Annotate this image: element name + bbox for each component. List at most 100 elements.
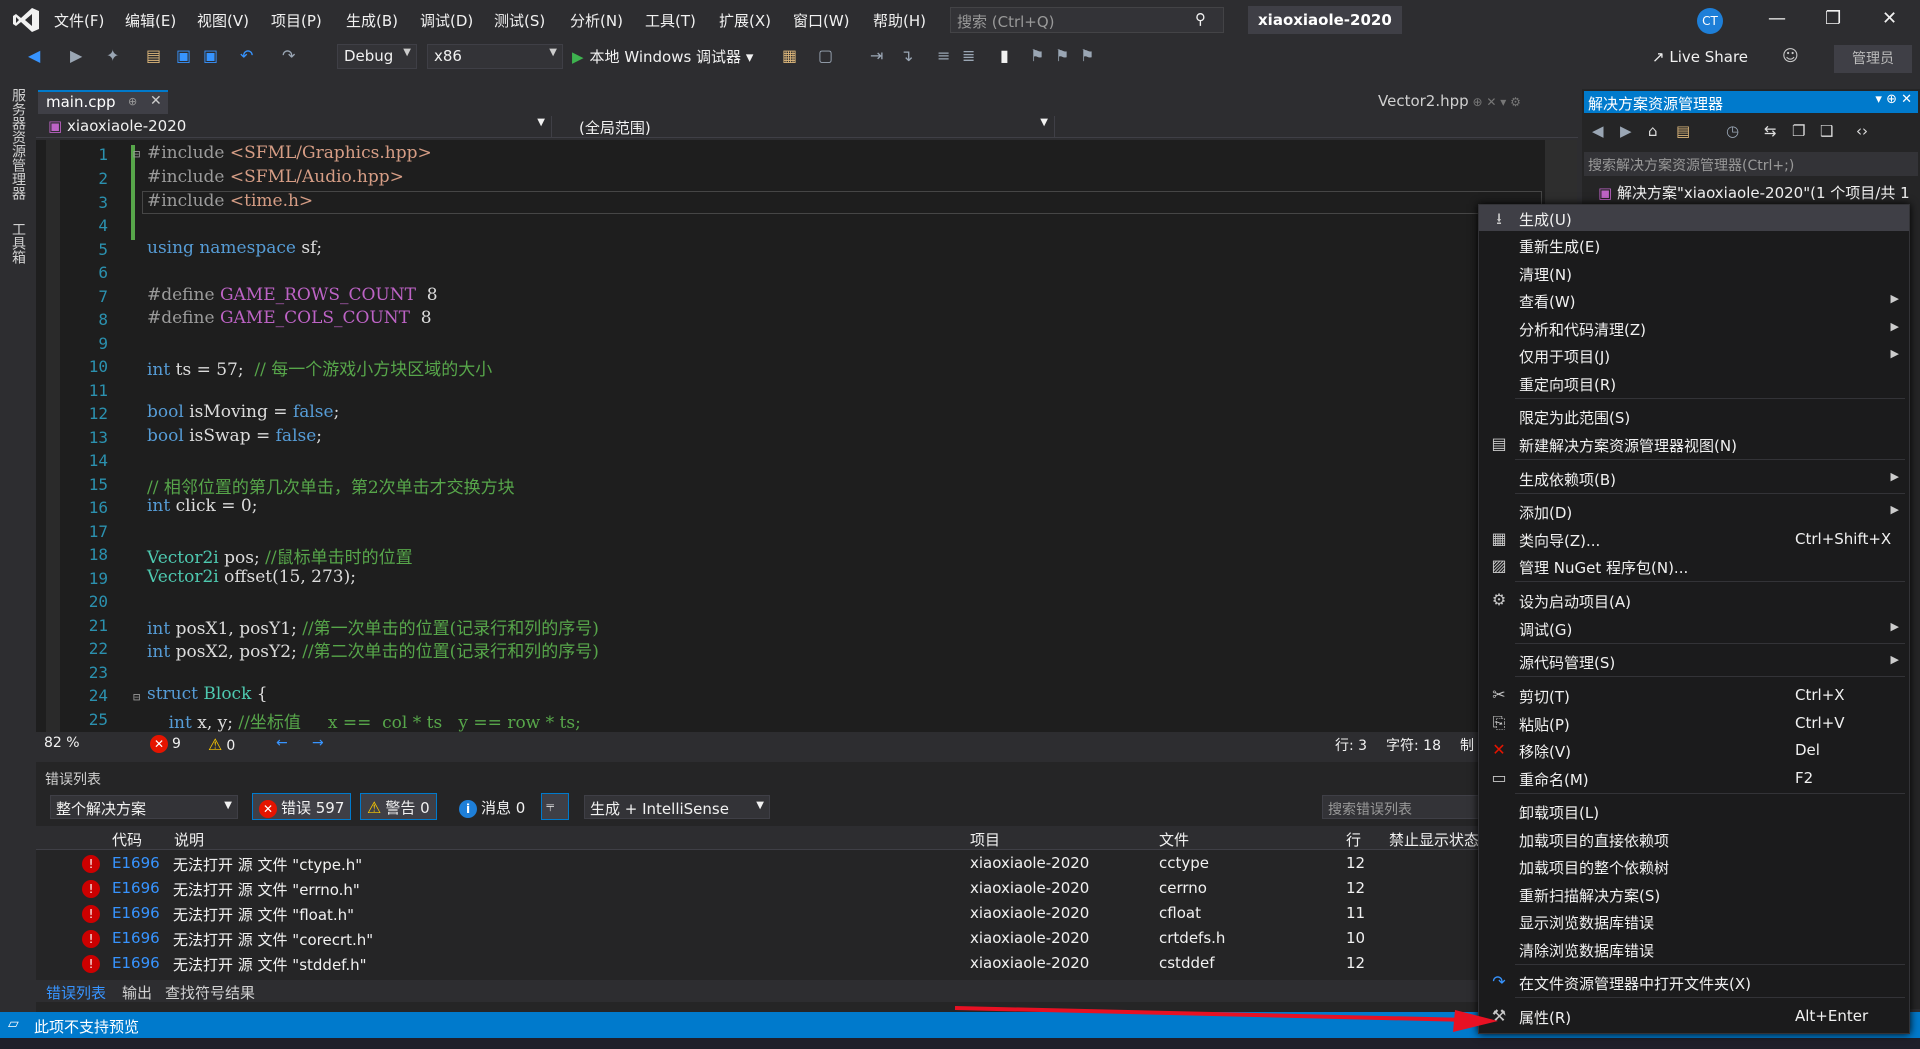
menu-item-rebuild[interactable]: 重新生成(E) xyxy=(1479,232,1909,258)
menu-item-add[interactable]: 添加(D) ▶ xyxy=(1479,498,1909,524)
menu-item-manage-nuget[interactable]: ▨ 管理 NuGet 程序包(N)... xyxy=(1479,553,1909,579)
platform-select[interactable]: x86 ▼ xyxy=(427,44,563,69)
menu-item-class-wizard[interactable]: ▦ 类向导(Z)... Ctrl+Shift+X xyxy=(1479,526,1909,552)
error-code-link[interactable]: E1696 xyxy=(112,954,160,972)
solution-node[interactable]: ▣ 解决方案"xiaoxiaole-2020"(1 个项目/共 1 xyxy=(1598,182,1918,203)
messages-filter-button[interactable]: i 消息 0 xyxy=(452,793,532,820)
tab-main-cpp[interactable]: main.cpp ⊕ ✕ xyxy=(38,90,168,114)
config-select[interactable]: Debug ▼ xyxy=(337,44,417,69)
search-icon[interactable]: ⚲ xyxy=(1195,10,1206,28)
back-icon[interactable]: ◀ xyxy=(28,46,40,65)
avatar[interactable]: CT xyxy=(1697,8,1723,34)
tab-output[interactable]: 输出 xyxy=(122,982,152,1003)
close-icon[interactable]: ✕ xyxy=(150,93,162,109)
quick-search-input[interactable]: 搜索 (Ctrl+Q) xyxy=(950,7,1224,33)
menu-item-new-view[interactable]: ▤ 新建解决方案资源管理器视图(N) xyxy=(1479,431,1909,457)
menu-item-view[interactable]: 查看(W) ▶ xyxy=(1479,287,1909,313)
collapse-all-icon[interactable]: ❐ xyxy=(1792,122,1805,140)
home-icon[interactable]: ⌂ xyxy=(1648,122,1658,140)
menu-item-scope-to-this[interactable]: 限定为此范围(S) xyxy=(1479,403,1909,429)
save-all-icon[interactable]: ▣ xyxy=(203,46,218,65)
col-project[interactable]: 项目 xyxy=(970,829,1000,850)
redo-icon[interactable]: ↷ xyxy=(282,46,295,65)
uncomment-icon[interactable]: ≣ xyxy=(962,46,975,65)
menu-build[interactable]: 生成(B) xyxy=(346,10,398,31)
forward-icon[interactable]: ▶ xyxy=(1620,122,1632,140)
menu-item-debug[interactable]: 调试(G) ▶ xyxy=(1479,615,1909,641)
menu-item-build[interactable]: ⭳ 生成(U) xyxy=(1479,205,1909,231)
next-bookmark-icon[interactable]: ⚑ xyxy=(1055,46,1069,65)
show-all-files-icon[interactable]: ❑ xyxy=(1820,122,1833,140)
collapse-icon[interactable]: ⊟ xyxy=(133,690,140,704)
menu-window[interactable]: 窗口(W) xyxy=(793,10,850,31)
solution-explorer-title[interactable]: 解决方案资源管理器 ▾ ⊕ ✕ xyxy=(1584,91,1918,113)
build-filter-select[interactable]: 生成 + IntelliSense ▼ xyxy=(584,795,770,819)
error-code-link[interactable]: E1696 xyxy=(112,854,160,872)
feedback-icon[interactable]: ☺ xyxy=(1782,46,1799,65)
pin-icon[interactable]: ⊕ xyxy=(128,95,137,108)
error-search-input[interactable]: 搜索错误列表 xyxy=(1322,795,1482,819)
browser-icon[interactable]: ▢ xyxy=(818,46,833,65)
process-icon[interactable]: ▦ xyxy=(782,46,797,65)
menu-item-open-in-explorer[interactable]: ↷ 在文件资源管理器中打开文件夹(X) xyxy=(1479,969,1909,995)
error-scope-select[interactable]: 整个解决方案 ▼ xyxy=(50,795,238,819)
table-row[interactable]: ! E1696 无法打开 源 文件 "float.h" xiaoxiaole-2… xyxy=(36,901,1578,926)
tab-error-list[interactable]: 错误列表 xyxy=(46,982,106,1003)
menu-item-load-direct-deps[interactable]: 加载项目的直接依赖项 xyxy=(1479,826,1909,852)
menu-item-clean[interactable]: 清理(N) xyxy=(1479,260,1909,286)
menu-item-properties[interactable]: ⚒ 属性(R) Alt+Enter xyxy=(1479,1003,1909,1029)
code-view-icon[interactable]: ‹› xyxy=(1856,122,1868,140)
close-icon[interactable]: ✕ xyxy=(1882,8,1897,29)
menu-item-source-control[interactable]: 源代码管理(S) ▶ xyxy=(1479,648,1909,674)
server-explorer-tab[interactable]: 服务器资源管理器 xyxy=(8,88,28,200)
scope-nav-select[interactable]: (全局范围) ▼ xyxy=(575,116,1055,138)
menu-item-rename[interactable]: ▭ 重命名(M) F2 xyxy=(1479,765,1909,791)
menu-item-rescan-solution[interactable]: 重新扫描解决方案(S) xyxy=(1479,881,1909,907)
menu-item-clear-db-errors[interactable]: 清除浏览数据库错误 xyxy=(1479,936,1909,962)
menu-item-show-db-errors[interactable]: 显示浏览数据库错误 xyxy=(1479,908,1909,934)
error-count-indicator[interactable]: ✕ 9 xyxy=(150,735,181,753)
start-debugger-button[interactable]: ▶ 本地 Windows 调试器 ▾ xyxy=(572,46,753,67)
restore-icon[interactable]: ❐ xyxy=(1825,8,1841,29)
project-nav-select[interactable]: ▣ xiaoxiaole-2020 ▼ xyxy=(44,116,552,138)
minimize-icon[interactable]: — xyxy=(1768,8,1786,29)
menu-item-load-dep-tree[interactable]: 加载项目的整个依赖树 xyxy=(1479,853,1909,879)
col-description[interactable]: 说明 xyxy=(174,829,204,850)
table-row[interactable]: ! E1696 无法打开 源 文件 "corecrt.h" xiaoxiaole… xyxy=(36,926,1578,951)
prev-bookmark-icon[interactable]: ⚑ xyxy=(1030,46,1044,65)
prev-issue-icon[interactable]: ← xyxy=(276,735,288,751)
menu-item-build-dependencies[interactable]: 生成依赖项(B) ▶ xyxy=(1479,465,1909,491)
error-code-link[interactable]: E1696 xyxy=(112,879,160,897)
menu-extensions[interactable]: 扩展(X) xyxy=(719,10,771,31)
menu-item-cut[interactable]: ✂ 剪切(T) Ctrl+X xyxy=(1479,682,1909,708)
tab-find-symbol-results[interactable]: 查找符号结果 xyxy=(165,982,255,1003)
table-row[interactable]: ! E1696 无法打开 源 文件 "ctype.h" xiaoxiaole-2… xyxy=(36,851,1578,876)
collapse-icon[interactable]: ⊟ xyxy=(133,147,140,161)
pending-changes-icon[interactable]: ◷ xyxy=(1726,122,1739,140)
switch-views-icon[interactable]: ▤ xyxy=(1676,122,1690,140)
comment-icon[interactable]: ≡ xyxy=(937,46,950,65)
new-item-icon[interactable]: ✦ xyxy=(106,46,119,65)
menu-view[interactable]: 视图(V) xyxy=(197,10,249,31)
open-folder-icon[interactable]: ▤ xyxy=(146,46,161,65)
col-line[interactable]: 行 xyxy=(1346,829,1361,850)
menu-item-retarget[interactable]: 重定向项目(R) xyxy=(1479,370,1909,396)
menu-debug[interactable]: 调试(D) xyxy=(420,10,473,31)
col-suppression[interactable]: 禁止显示状态 xyxy=(1389,829,1479,850)
warning-count-indicator[interactable]: ⚠ 0 xyxy=(208,735,235,754)
menu-help[interactable]: 帮助(H) xyxy=(873,10,926,31)
errors-filter-button[interactable]: ✕ 错误 597 xyxy=(252,793,352,820)
warnings-filter-button[interactable]: ⚠ 警告 0 xyxy=(360,793,437,820)
sync-icon[interactable]: ⇆ xyxy=(1764,122,1777,140)
solution-search-input[interactable]: 搜索解决方案资源管理器(Ctrl+;) xyxy=(1584,152,1918,176)
bookmark-icon[interactable]: ▮ xyxy=(1000,46,1009,65)
error-code-link[interactable]: E1696 xyxy=(112,929,160,947)
menu-item-analyze[interactable]: 分析和代码清理(Z) ▶ xyxy=(1479,315,1909,341)
table-row[interactable]: ! E1696 无法打开 源 文件 "stddef.h" xiaoxiaole-… xyxy=(36,951,1578,976)
back-icon[interactable]: ◀ xyxy=(1592,122,1604,140)
live-share-button[interactable]: ↗ Live Share xyxy=(1652,48,1748,66)
next-issue-icon[interactable]: → xyxy=(312,735,324,751)
toolbox-tab[interactable]: 工具箱 xyxy=(8,222,28,264)
menu-project[interactable]: 项目(P) xyxy=(271,10,322,31)
step-over-icon[interactable]: ↴ xyxy=(900,46,913,65)
